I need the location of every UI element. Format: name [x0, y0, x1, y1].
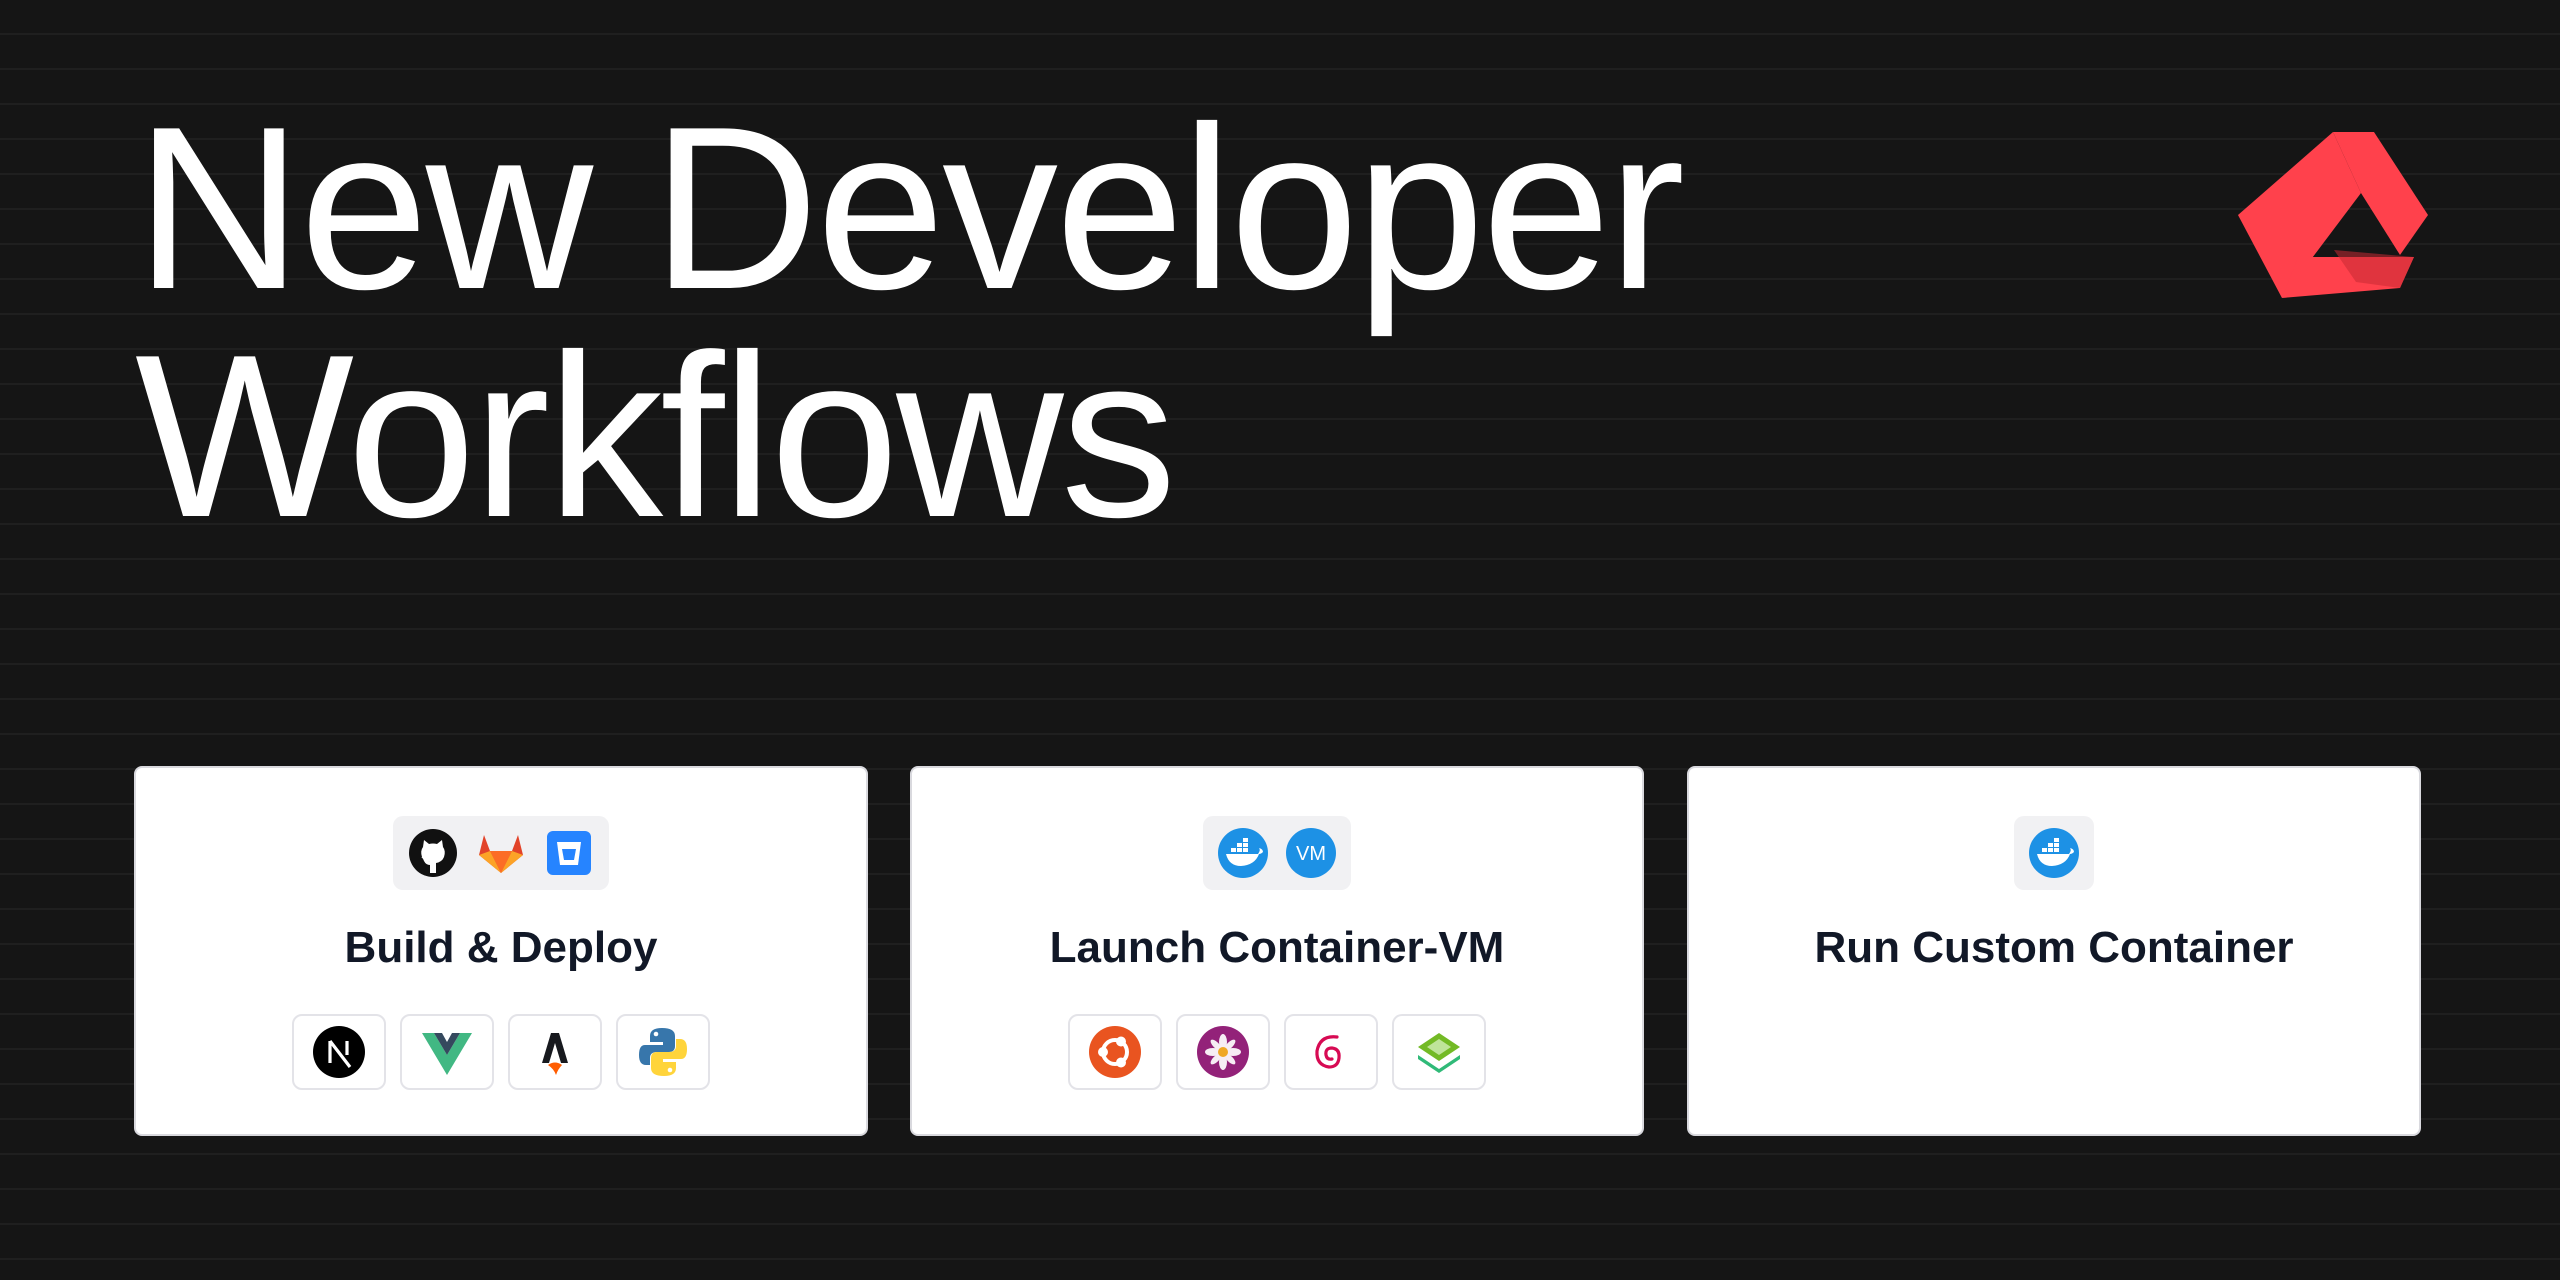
suse-tile[interactable]: [1392, 1014, 1486, 1090]
hero-title-line-2: Workflows: [135, 307, 1177, 566]
docker-pill: [2014, 816, 2094, 890]
nextjs-icon: [313, 1026, 365, 1078]
card-title: Launch Container-VM: [1049, 923, 1505, 972]
card-run-custom-container[interactable]: Run Custom Container: [1687, 766, 2421, 1136]
framework-icons-row: [292, 1014, 710, 1090]
vue-icon: [422, 1033, 472, 1075]
centos-icon: [1197, 1026, 1249, 1078]
suse-icon: [1418, 1033, 1460, 1073]
vm-label: VM: [1296, 843, 1326, 865]
git-providers-pill: [393, 816, 609, 890]
akash-logo-icon: [2238, 132, 2428, 298]
docker-icon: [1217, 827, 1269, 879]
card-title: Run Custom Container: [1814, 923, 2294, 972]
centos-tile[interactable]: [1176, 1014, 1270, 1090]
gitlab-icon: [475, 827, 527, 879]
card-build-deploy[interactable]: Build & Deploy: [134, 766, 868, 1136]
container-vm-pill: VM: [1203, 816, 1351, 890]
vm-icon: VM: [1285, 827, 1337, 879]
astro-tile[interactable]: [508, 1014, 602, 1090]
debian-icon: [1315, 1035, 1341, 1069]
github-icon: [407, 827, 459, 879]
python-icon: [639, 1028, 687, 1076]
card-launch-container-vm[interactable]: VM Launch Container-VM: [910, 766, 1644, 1136]
nextjs-tile[interactable]: [292, 1014, 386, 1090]
astro-icon: [542, 1033, 568, 1075]
docker-icon: [2028, 827, 2080, 879]
os-icons-row: [1068, 1014, 1486, 1090]
ubuntu-icon: [1089, 1026, 1141, 1078]
python-tile[interactable]: [616, 1014, 710, 1090]
hero-title: New Developer Workflows: [135, 79, 1685, 566]
ubuntu-tile[interactable]: [1068, 1014, 1162, 1090]
card-title: Build & Deploy: [344, 923, 658, 972]
vue-tile[interactable]: [400, 1014, 494, 1090]
hero-title-line-1: New Developer: [135, 79, 1685, 338]
debian-tile[interactable]: [1284, 1014, 1378, 1090]
bitbucket-icon: [543, 827, 595, 879]
